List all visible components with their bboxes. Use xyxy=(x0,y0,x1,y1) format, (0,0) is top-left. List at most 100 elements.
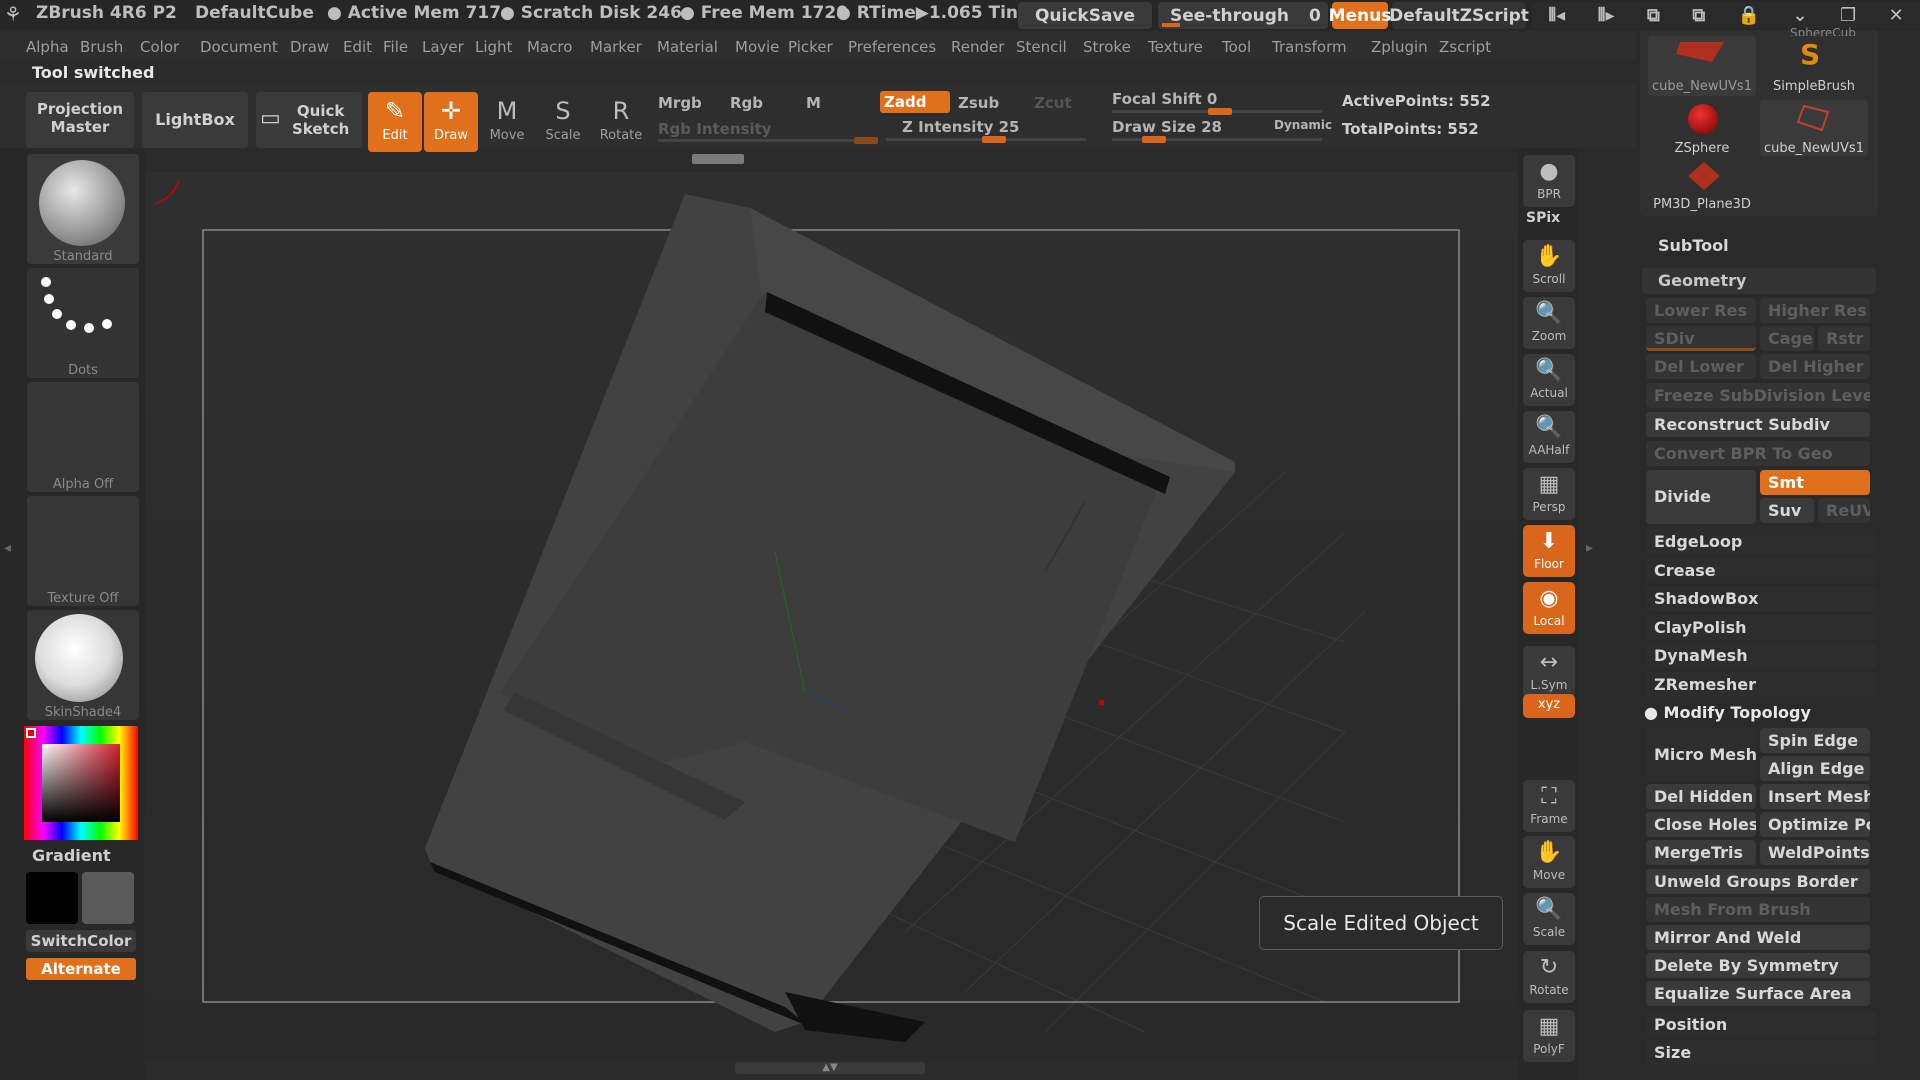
local-button[interactable]: ◉ Local xyxy=(1523,582,1575,634)
position-section[interactable]: Position xyxy=(1646,1012,1876,1037)
menu-color[interactable]: Color xyxy=(140,38,179,56)
secondary-color-swatch[interactable] xyxy=(82,872,134,924)
menu-document[interactable]: Document xyxy=(200,38,278,56)
actual-button[interactable]: 🔍 Actual xyxy=(1523,354,1575,406)
menu-zplugin[interactable]: Zplugin xyxy=(1371,38,1428,56)
layout-icon[interactable]: ⧉ xyxy=(1647,5,1660,26)
menu-stroke[interactable]: Stroke xyxy=(1083,38,1131,56)
unweld-groups-border-button[interactable]: Unweld Groups Border xyxy=(1646,869,1870,894)
menu-draw[interactable]: Draw xyxy=(290,38,329,56)
convert-bpr-button[interactable]: Convert BPR To Geo xyxy=(1646,441,1870,466)
rotate-button[interactable]: ↻ Rotate xyxy=(1523,951,1575,1003)
lightbox-button[interactable]: LightBox xyxy=(142,92,248,148)
main-color-swatch[interactable] xyxy=(26,872,78,924)
zremesher-section[interactable]: ZRemesher xyxy=(1646,671,1876,697)
dynamic-toggle[interactable]: Dynamic xyxy=(1274,118,1332,132)
switchcolor-button[interactable]: SwitchColor xyxy=(26,930,136,952)
menu-layer[interactable]: Layer xyxy=(422,38,464,56)
mirror-and-weld-button[interactable]: Mirror And Weld xyxy=(1646,925,1870,950)
reuv-button[interactable]: ReUV xyxy=(1818,498,1870,523)
del-hidden-button[interactable]: Del Hidden xyxy=(1646,784,1756,809)
rgb-intensity-slider[interactable]: Rgb Intensity xyxy=(658,120,772,138)
persp-button[interactable]: ▦ Persp xyxy=(1523,468,1575,520)
scale-button[interactable]: 🔍 Scale xyxy=(1523,893,1575,945)
toolbar-scroll-handle[interactable] xyxy=(692,154,744,164)
weldpoints-button[interactable]: WeldPoints xyxy=(1760,840,1870,865)
tool-thumb-cube1[interactable]: cube_NewUVs1 xyxy=(1648,36,1756,96)
menu-stencil[interactable]: Stencil xyxy=(1016,38,1067,56)
crease-section[interactable]: Crease xyxy=(1646,557,1876,583)
color-picker[interactable] xyxy=(24,726,138,840)
smt-toggle[interactable]: Smt xyxy=(1760,470,1870,495)
focal-shift-track[interactable] xyxy=(1112,108,1322,115)
micro-mesh-button[interactable]: Micro Mesh xyxy=(1646,728,1756,782)
left-tray-handle[interactable]: ◂ xyxy=(4,540,11,556)
z-intensity-slider[interactable]: Z Intensity 25 xyxy=(902,118,1020,136)
reconstruct-subdiv-button[interactable]: Reconstruct Subdiv xyxy=(1646,412,1870,437)
menu-zscript[interactable]: Zscript xyxy=(1439,38,1491,56)
material-thumbnail[interactable]: SkinShade4 xyxy=(27,610,139,720)
texture-thumbnail[interactable]: Texture Off xyxy=(27,496,139,606)
rstr-button[interactable]: Rstr xyxy=(1818,326,1870,351)
polyf-button[interactable]: ▦ PolyF xyxy=(1523,1010,1575,1062)
sdiv-slider[interactable]: SDiv xyxy=(1646,326,1756,351)
claypolish-section[interactable]: ClayPolish xyxy=(1646,614,1876,640)
menu-render[interactable]: Render xyxy=(951,38,1004,56)
brush-thumbnail[interactable]: Standard xyxy=(27,154,139,264)
cage-button[interactable]: Cage xyxy=(1760,326,1814,351)
freeze-subdivision-button[interactable]: Freeze SubDivision Levels xyxy=(1646,383,1870,408)
zoom-button[interactable]: 🔍 Zoom xyxy=(1523,297,1575,349)
stroke-thumbnail[interactable]: Dots xyxy=(27,268,139,378)
size-section[interactable]: Size xyxy=(1646,1040,1876,1065)
bpr-button[interactable]: ● BPR xyxy=(1523,155,1575,207)
menu-brush[interactable]: Brush xyxy=(80,38,123,56)
delete-by-symmetry-button[interactable]: Delete By Symmetry xyxy=(1646,953,1870,978)
geometry-header[interactable]: Geometry xyxy=(1642,268,1876,294)
draw-size-track[interactable] xyxy=(1112,136,1322,143)
tool-thumb-plane[interactable]: PM3D_Plane3D xyxy=(1648,160,1756,212)
lower-res-button[interactable]: Lower Res xyxy=(1646,298,1756,323)
menu-movie[interactable]: Movie xyxy=(735,38,779,56)
menu-material[interactable]: Material xyxy=(657,38,718,56)
subtool-header[interactable]: SubTool xyxy=(1658,236,1729,255)
tool-thumb-cube2[interactable]: cube_NewUVs1 xyxy=(1760,100,1868,156)
align-edge-button[interactable]: Align Edge xyxy=(1760,756,1870,781)
zcut-button[interactable]: Zcut xyxy=(1034,94,1072,112)
quicksave-button[interactable]: QuickSave xyxy=(1018,2,1152,29)
window-controls[interactable]: ⦀◂ ⦀▸ ⧉ ⧉ 🔒 ⌄ ❐ ✕ xyxy=(1532,2,1920,29)
menus-toggle[interactable]: Menus xyxy=(1329,2,1391,29)
edgeloop-section[interactable]: EdgeLoop xyxy=(1646,529,1876,554)
aahalf-button[interactable]: 🔍 AAHalf xyxy=(1523,411,1575,463)
mrgb-button[interactable]: Mrgb xyxy=(658,94,702,112)
optimize-points-button[interactable]: Optimize Po xyxy=(1760,812,1870,837)
alternate-button[interactable]: Alternate xyxy=(26,958,136,980)
menu-preferences[interactable]: Preferences xyxy=(848,38,936,56)
layout-alt-icon[interactable]: ⧉ xyxy=(1692,5,1705,26)
dynamesh-section[interactable]: DynaMesh xyxy=(1646,643,1876,668)
menu-macro[interactable]: Macro xyxy=(527,38,572,56)
frame-button[interactable]: ⛶ Frame xyxy=(1523,780,1575,832)
rgb-intensity-track[interactable] xyxy=(658,137,878,144)
insert-mesh-button[interactable]: Insert Mesh xyxy=(1760,784,1870,809)
see-through-slider[interactable]: See-through 0 xyxy=(1158,2,1328,29)
modify-topology-section[interactable]: ● Modify Topology xyxy=(1636,700,1876,725)
layout-right-icon[interactable]: ⦀▸ xyxy=(1598,5,1615,26)
close-icon[interactable]: ✕ xyxy=(1889,5,1904,26)
spin-edge-button[interactable]: Spin Edge xyxy=(1760,728,1870,753)
zadd-button[interactable]: Zadd xyxy=(880,91,950,113)
shadowbox-section[interactable]: ShadowBox xyxy=(1646,586,1876,611)
lock-icon[interactable]: 🔒 xyxy=(1738,5,1760,26)
equalize-surface-area-button[interactable]: Equalize Surface Area xyxy=(1646,981,1870,1006)
gradient-label[interactable]: Gradient xyxy=(32,846,111,865)
menu-texture[interactable]: Texture xyxy=(1148,38,1203,56)
menu-marker[interactable]: Marker xyxy=(590,38,642,56)
layout-left-icon[interactable]: ⦀◂ xyxy=(1548,5,1565,26)
menu-file[interactable]: File xyxy=(383,38,408,56)
menu-alpha[interactable]: Alpha xyxy=(26,38,69,56)
del-lower-button[interactable]: Del Lower xyxy=(1646,354,1756,379)
menu-light[interactable]: Light xyxy=(475,38,512,56)
floor-button[interactable]: ⬇ Floor xyxy=(1523,525,1575,577)
bottom-tray-handle[interactable]: ▲▼ xyxy=(735,1062,925,1074)
m-button[interactable]: M xyxy=(806,94,821,112)
draw-size-slider[interactable]: Draw Size 28 xyxy=(1112,118,1222,136)
